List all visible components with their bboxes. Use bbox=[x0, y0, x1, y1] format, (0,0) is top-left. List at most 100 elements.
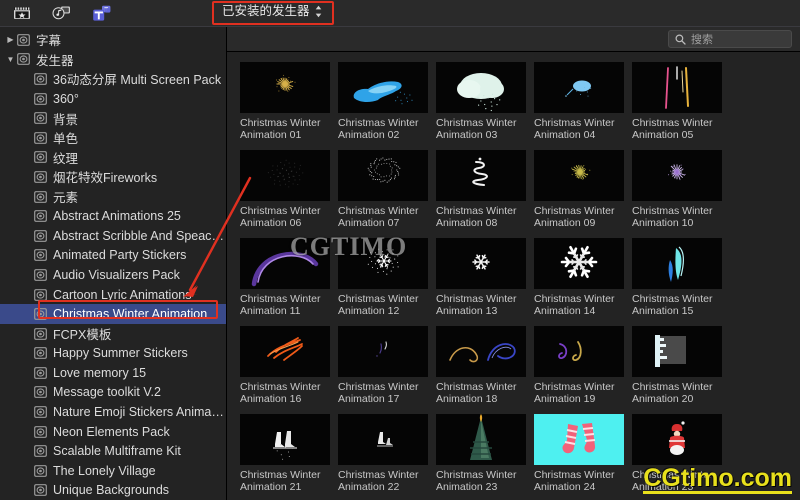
generator-icon bbox=[33, 249, 48, 262]
generator-thumbnail[interactable] bbox=[632, 238, 722, 289]
generator-thumbnail[interactable] bbox=[436, 326, 526, 377]
generator-cell[interactable]: Christmas Winter Animation 21 bbox=[240, 414, 332, 493]
generator-thumbnail[interactable] bbox=[534, 326, 624, 377]
generator-cell[interactable]: Christmas Winter Animation 07 bbox=[338, 150, 430, 229]
sidebar-item-13[interactable]: ▶Cartoon Lyric Animations bbox=[0, 285, 226, 305]
generator-cell[interactable]: Christmas Winter Animation 13 bbox=[436, 238, 528, 317]
generator-cell[interactable]: Christmas Winter Animation 23 bbox=[436, 414, 528, 493]
generator-caption: Christmas Winter Animation 14 bbox=[534, 293, 615, 317]
generator-icon bbox=[16, 33, 31, 46]
sidebar-item-2[interactable]: ▶36动态分屏 Multi Screen Pack bbox=[0, 69, 226, 89]
generator-cell[interactable]: Christmas Winter Animation 01 bbox=[240, 62, 332, 141]
generator-thumbnail[interactable] bbox=[240, 414, 330, 465]
sidebar-item-19[interactable]: ▶Nature Emoji Stickers Animations bbox=[0, 402, 226, 422]
sidebar-item-selected[interactable]: ▶Christmas Winter Animation bbox=[0, 304, 226, 324]
generator-cell[interactable]: Christmas Winter Animation 10 bbox=[632, 150, 724, 229]
generator-cell[interactable]: Christmas Winter Animation 16 bbox=[240, 326, 332, 405]
sidebar-item-21[interactable]: ▶Scalable Multiframe Kit bbox=[0, 441, 226, 461]
sidebar-item-8[interactable]: ▶元素 bbox=[0, 187, 226, 207]
generator-thumbnail[interactable] bbox=[436, 238, 526, 289]
generator-cell[interactable]: Christmas Winter Animation 25 bbox=[632, 414, 724, 493]
sidebar-item-12[interactable]: ▶Audio Visualizers Pack bbox=[0, 265, 226, 285]
sidebar-item-23[interactable]: ▶Unique Backgrounds bbox=[0, 481, 226, 500]
chevron-updown-icon bbox=[315, 5, 322, 18]
generator-thumbnail[interactable] bbox=[240, 150, 330, 201]
generator-cell[interactable]: Christmas Winter Animation 20 bbox=[632, 326, 724, 405]
sidebar-item-label: Message toolkit V.2 bbox=[53, 385, 161, 400]
generator-thumbnail[interactable] bbox=[240, 238, 330, 289]
sidebar-item-9[interactable]: ▶Abstract Animations 25 bbox=[0, 206, 226, 226]
top-toolbar: 已安装的发生器 bbox=[0, 0, 800, 27]
music-photos-browser-icon[interactable] bbox=[52, 4, 72, 22]
sidebar-item-4[interactable]: ▶背景 bbox=[0, 108, 226, 128]
generator-icon bbox=[33, 406, 48, 419]
generator-thumbnail[interactable] bbox=[632, 326, 722, 377]
generator-cell[interactable]: Christmas Winter Animation 22 bbox=[338, 414, 430, 493]
generator-caption: Christmas Winter Animation 03 bbox=[436, 117, 517, 141]
sidebar-item-10[interactable]: ▶Abstract Scribble And Speach B... bbox=[0, 226, 226, 246]
generator-icon bbox=[33, 151, 48, 164]
generator-cell[interactable]: Christmas Winter Animation 12 bbox=[338, 238, 430, 317]
generator-cell[interactable]: Christmas Winter Animation 15 bbox=[632, 238, 724, 317]
generator-thumbnail[interactable] bbox=[338, 62, 428, 113]
sidebar-item-5[interactable]: ▶单色 bbox=[0, 128, 226, 148]
sidebar-item-6[interactable]: ▶纹理 bbox=[0, 148, 226, 168]
generator-thumbnail[interactable] bbox=[632, 150, 722, 201]
generator-caption: Christmas Winter Animation 08 bbox=[436, 205, 517, 229]
sidebar-item-17[interactable]: ▶Love memory 15 bbox=[0, 363, 226, 383]
generator-thumbnail[interactable] bbox=[240, 62, 330, 113]
sidebar-item-20[interactable]: ▶Neon Elements Pack bbox=[0, 422, 226, 442]
generator-caption: Christmas Winter Animation 15 bbox=[632, 293, 713, 317]
generators-grid[interactable]: Christmas Winter Animation 01 Christmas W… bbox=[227, 52, 800, 500]
generator-cell[interactable]: Christmas Winter Animation 05 bbox=[632, 62, 724, 141]
generator-icon bbox=[33, 170, 48, 183]
generator-icon bbox=[33, 288, 48, 301]
sidebar-item-18[interactable]: ▶Message toolkit V.2 bbox=[0, 383, 226, 403]
generator-thumbnail[interactable] bbox=[436, 414, 526, 465]
generator-thumbnail[interactable] bbox=[436, 62, 526, 113]
generator-cell[interactable]: Christmas Winter Animation 02 bbox=[338, 62, 430, 141]
generator-thumbnail[interactable] bbox=[534, 150, 624, 201]
generator-thumbnail[interactable] bbox=[534, 62, 624, 113]
generator-cell[interactable]: Christmas Winter Animation 09 bbox=[534, 150, 626, 229]
generator-thumbnail[interactable] bbox=[240, 326, 330, 377]
generator-cell[interactable]: Christmas Winter Animation 18 bbox=[436, 326, 528, 405]
generator-thumbnail[interactable] bbox=[338, 238, 428, 289]
generator-caption: Christmas Winter Animation 21 bbox=[240, 469, 321, 493]
effects-browser-icon[interactable] bbox=[12, 4, 32, 22]
generator-cell[interactable]: Christmas Winter Animation 19 bbox=[534, 326, 626, 405]
sidebar-item-22[interactable]: ▶The Lonely Village bbox=[0, 461, 226, 481]
generators-sidebar[interactable]: ▶ 字幕 ▼ 发生器▶36动态分屏 Multi Screen Pack▶360°▶背景… bbox=[0, 27, 227, 500]
titles-generators-browser-icon[interactable] bbox=[92, 4, 112, 22]
generator-cell[interactable]: Christmas Winter Animation 17 bbox=[338, 326, 430, 405]
generator-cell[interactable]: Christmas Winter Animation 14 bbox=[534, 238, 626, 317]
sidebar-item-16[interactable]: ▶Happy Summer Stickers bbox=[0, 344, 226, 364]
disclosure-triangle-collapsed-icon[interactable]: ▶ bbox=[5, 35, 16, 44]
generator-cell[interactable]: Christmas Winter Animation 08 bbox=[436, 150, 528, 229]
generators-source-dropdown[interactable]: 已安装的发生器 bbox=[216, 2, 328, 21]
generator-cell[interactable]: Christmas Winter Animation 11 bbox=[240, 238, 332, 317]
generator-thumbnail[interactable] bbox=[632, 414, 722, 465]
disclosure-triangle-expanded-icon[interactable]: ▼ bbox=[5, 55, 16, 64]
generator-thumbnail[interactable] bbox=[632, 62, 722, 113]
generator-caption: Christmas Winter Animation 16 bbox=[240, 381, 321, 405]
sidebar-item-15[interactable]: ▶FCPX模板 bbox=[0, 324, 226, 344]
sidebar-item-1[interactable]: ▼ 发生器 bbox=[0, 50, 226, 70]
generator-thumbnail[interactable] bbox=[338, 414, 428, 465]
search-icon bbox=[675, 34, 686, 45]
search-input[interactable]: 搜索 bbox=[668, 30, 792, 48]
generator-cell[interactable]: Christmas Winter Animation 06 bbox=[240, 150, 332, 229]
sidebar-item-3[interactable]: ▶360° bbox=[0, 89, 226, 109]
generator-thumbnail[interactable] bbox=[534, 238, 624, 289]
sidebar-item-0[interactable]: ▶ 字幕 bbox=[0, 30, 226, 50]
generator-thumbnail[interactable] bbox=[338, 150, 428, 201]
generator-thumbnail[interactable] bbox=[436, 150, 526, 201]
generator-cell[interactable]: Christmas Winter Animation 03 bbox=[436, 62, 528, 141]
generator-cell[interactable]: Christmas Winter Animation 24 bbox=[534, 414, 626, 493]
sidebar-item-7[interactable]: ▶烟花特效Fireworks bbox=[0, 167, 226, 187]
generator-caption: Christmas Winter Animation 20 bbox=[632, 381, 713, 405]
generator-cell[interactable]: Christmas Winter Animation 04 bbox=[534, 62, 626, 141]
generator-thumbnail[interactable] bbox=[338, 326, 428, 377]
generator-thumbnail[interactable] bbox=[534, 414, 624, 465]
sidebar-item-11[interactable]: ▶Animated Party Stickers bbox=[0, 246, 226, 266]
